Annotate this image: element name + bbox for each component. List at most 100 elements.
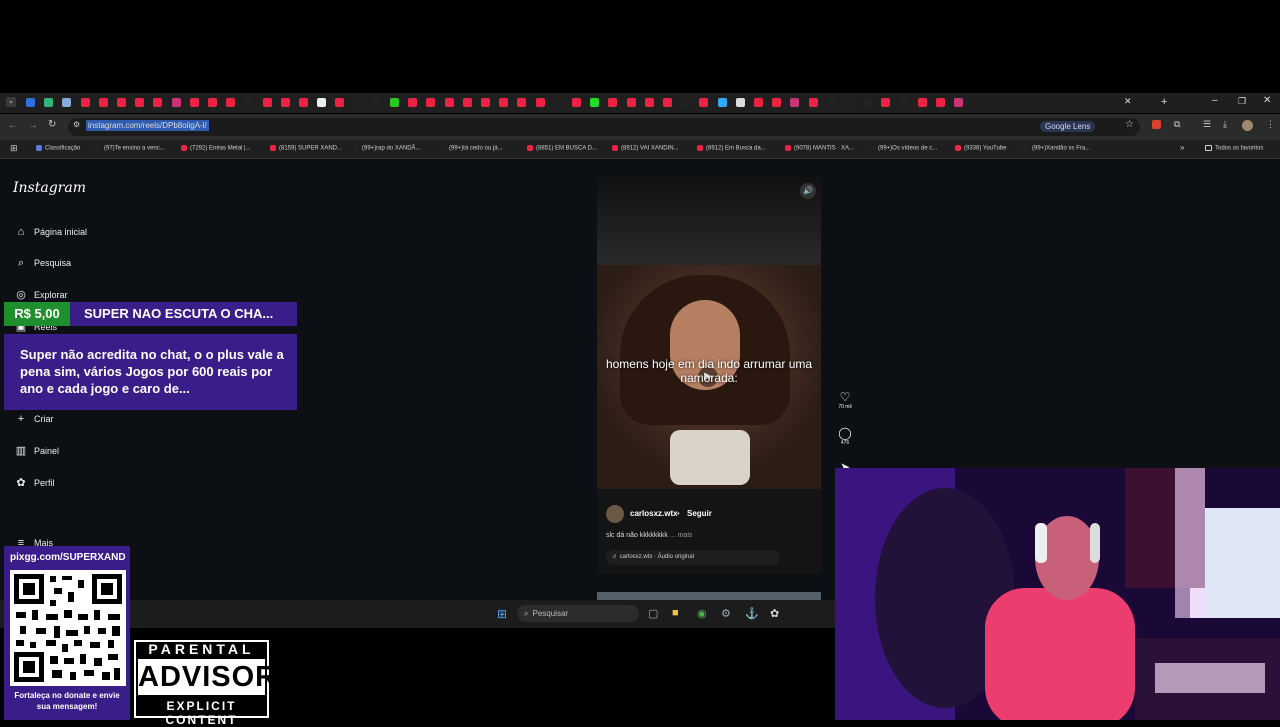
bookmark-item[interactable]: (99+)Os vídeos de c... (869, 145, 937, 152)
steam-icon[interactable]: ⚓ (745, 607, 759, 620)
browser-tab[interactable] (408, 98, 418, 107)
extension-icon[interactable] (1152, 120, 1161, 129)
browser-tab[interactable] (681, 98, 691, 107)
browser-tab[interactable] (735, 98, 745, 107)
browser-tab[interactable] (517, 98, 527, 107)
nav-item-profile[interactable]: ✿ Perfil (14, 476, 54, 489)
volume-icon[interactable]: 🔊 (800, 183, 816, 199)
puzzle-icon[interactable]: ⧉ (1174, 119, 1180, 130)
browser-tab[interactable] (335, 98, 345, 107)
profile-avatar[interactable] (1242, 120, 1253, 131)
browser-tab[interactable] (299, 98, 308, 107)
more-bookmarks-icon[interactable]: » (1180, 143, 1184, 152)
bookmark-item[interactable]: (7292) Enéas Metal |... (181, 145, 251, 152)
browser-tab[interactable] (553, 98, 563, 107)
browser-tab[interactable] (808, 98, 818, 107)
close-tab-icon[interactable]: ✕ (1124, 96, 1132, 107)
author-avatar[interactable] (606, 505, 624, 523)
browser-tab[interactable] (44, 98, 54, 107)
browser-tab[interactable] (426, 98, 436, 107)
browser-tab[interactable] (499, 98, 509, 107)
bookmark-star-icon[interactable]: ☆ (1125, 119, 1134, 130)
browser-tab[interactable] (189, 98, 199, 107)
new-tab-button[interactable]: + (1161, 96, 1167, 108)
browser-tab[interactable] (317, 98, 327, 107)
browser-tab[interactable] (444, 98, 454, 107)
google-lens-button[interactable]: Google Lens (1040, 121, 1096, 132)
browser-tab[interactable] (262, 98, 272, 107)
bookmark-item[interactable]: (8159) SUPER XAND... (270, 145, 342, 152)
browser-tab[interactable] (917, 98, 927, 107)
browser-tab[interactable] (590, 98, 600, 107)
file-explorer-icon[interactable]: ■ (672, 607, 679, 619)
site-info-icon[interactable]: ⚙ (73, 120, 80, 129)
browser-tab[interactable] (626, 98, 636, 107)
browser-tab[interactable] (863, 98, 873, 107)
forward-icon[interactable]: → (28, 120, 38, 131)
apps-icon[interactable]: ⊞ (10, 143, 18, 154)
bookmark-item[interactable]: (8912) VAI XANDIN... (612, 145, 679, 152)
settings-icon[interactable]: ⚙ (721, 607, 731, 620)
nav-item-dashboard[interactable]: ▥ Painel (14, 444, 59, 457)
close-window-icon[interactable]: ✕ (1263, 95, 1271, 106)
windows-start-icon[interactable]: ⊞ (497, 607, 507, 621)
task-view-icon[interactable]: ▢ (648, 607, 658, 620)
nav-item-search[interactable]: ⌕ Pesquisa (14, 257, 71, 270)
instagram-logo[interactable]: Instagram (13, 180, 86, 196)
browser-tab[interactable] (845, 98, 854, 107)
like-button[interactable]: ♡ 70 mil (834, 390, 856, 410)
maximize-icon[interactable]: ❐ (1238, 96, 1246, 107)
browser-tab[interactable] (244, 98, 254, 107)
follow-button[interactable]: Seguir (687, 509, 712, 518)
browser-tab[interactable] (462, 98, 472, 107)
app-icon[interactable]: ✿ (770, 607, 779, 620)
bookmark-item[interactable]: (99+)Xandão vs Fra... (1023, 145, 1090, 152)
bookmark-item[interactable]: Classificação (36, 145, 80, 152)
browser-tab[interactable] (226, 98, 236, 107)
taskbar-search[interactable]: ⌕ Pesquisar (517, 605, 639, 622)
download-icon[interactable]: ⤓ (1223, 119, 1227, 130)
browser-tab[interactable] (171, 98, 181, 107)
browser-tab[interactable] (772, 98, 782, 107)
browser-tab[interactable] (353, 98, 363, 107)
browser-tab[interactable] (954, 98, 964, 107)
nav-item-home[interactable]: ⌂ Página inicial (14, 226, 87, 238)
browser-tab[interactable] (572, 98, 581, 107)
browser-tab[interactable] (790, 98, 800, 107)
browser-tab[interactable] (280, 98, 290, 107)
back-icon[interactable]: ← (8, 120, 18, 131)
browser-tab[interactable] (135, 98, 145, 107)
browser-tab[interactable] (98, 98, 108, 107)
browser-menu-icon[interactable]: ⋮ (1266, 119, 1275, 130)
browser-tab[interactable] (644, 98, 654, 107)
browser-tab[interactable] (371, 98, 381, 107)
url-field[interactable] (68, 118, 1140, 136)
browser-tab[interactable] (62, 98, 72, 107)
all-favorites-folder[interactable]: Todos os favoritos (1205, 145, 1263, 152)
author-username[interactable]: carlosxz.wtx (630, 509, 678, 518)
browser-tab[interactable] (535, 98, 545, 107)
tab-groups-icon[interactable]: ☰ (1203, 119, 1211, 130)
bookmark-item[interactable]: (8912) Em Busca da... (697, 145, 766, 152)
browser-tab[interactable] (608, 98, 618, 107)
browser-tab[interactable] (881, 98, 891, 107)
nav-item-create[interactable]: + Criar (14, 413, 54, 425)
browser-tab[interactable] (390, 98, 399, 107)
comment-button[interactable]: ◯ 476 (834, 426, 856, 446)
bookmark-item[interactable]: (8851) EM BUSCA D... (527, 145, 597, 152)
bookmark-item[interactable]: (99+)tá cedo ou já... (440, 145, 503, 152)
bookmark-item[interactable]: (9078) MANTIS · XA... (785, 145, 854, 152)
browser-tab[interactable] (153, 98, 163, 107)
minimize-icon[interactable]: – (1212, 95, 1218, 106)
browser-tab[interactable] (663, 98, 672, 107)
bookmark-item[interactable]: (99+)rap do XANDÃ... (353, 145, 421, 152)
next-reel-preview[interactable] (597, 592, 821, 600)
reload-icon[interactable]: ↻ (48, 119, 56, 130)
tab-search-button[interactable]: ⌄ (6, 97, 16, 107)
url-text[interactable]: instagram.com/reels/DPb8oiigA-l/ (86, 120, 209, 131)
browser-tab[interactable] (936, 98, 945, 107)
audio-link[interactable]: ♬ carlosxz.wtx · Áudio original (606, 550, 780, 565)
browser-tab[interactable] (80, 98, 90, 107)
more-link[interactable]: ... mais (670, 532, 693, 539)
bookmark-item[interactable]: (9338) YouTube (955, 145, 1006, 152)
